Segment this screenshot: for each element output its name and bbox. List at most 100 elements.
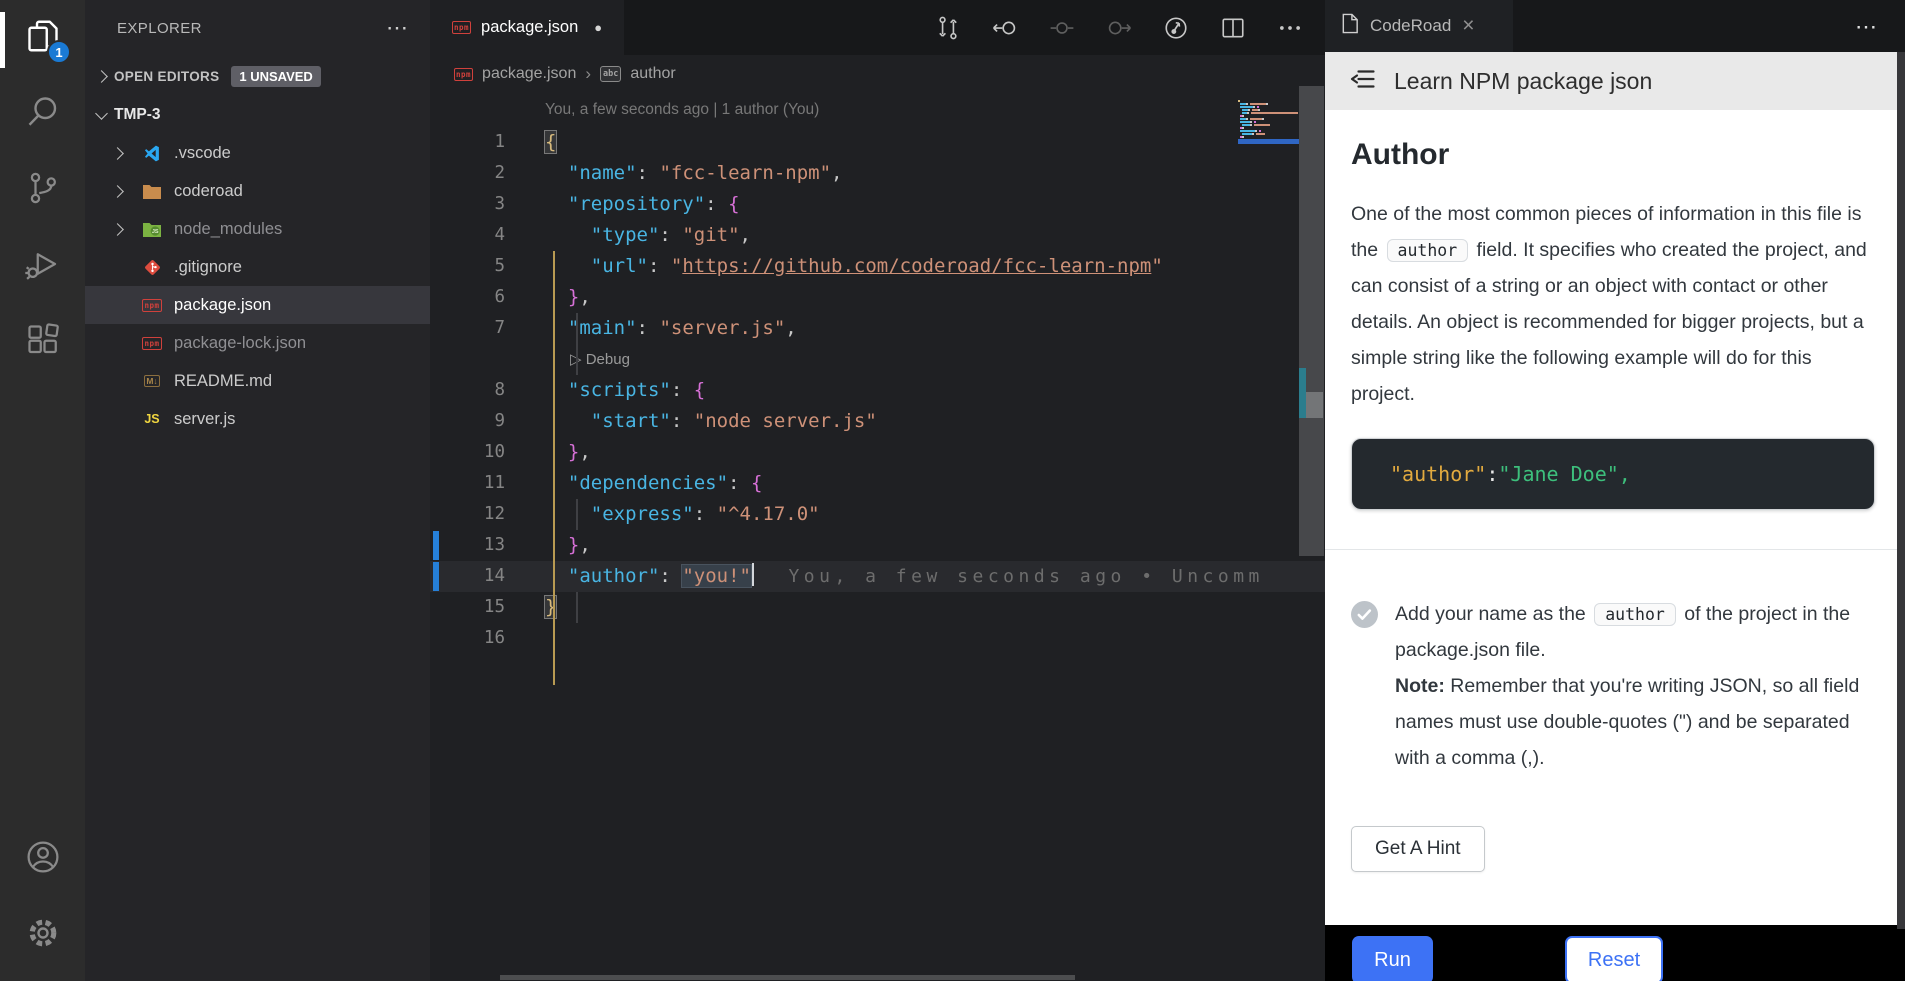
line-number: 6	[430, 282, 505, 313]
file-tree-item-README.md[interactable]: M↓README.md	[85, 362, 430, 400]
string-symbol-icon: abc	[600, 66, 621, 82]
account-icon	[25, 839, 61, 880]
line-number: 9	[430, 406, 505, 437]
chevron-right-icon	[95, 70, 108, 83]
run-button[interactable]: Run	[1352, 936, 1433, 981]
code-line-10[interactable]: 10 },	[430, 437, 1325, 468]
split-editor-icon[interactable]	[1220, 15, 1246, 41]
go-forward-icon[interactable]	[1106, 15, 1132, 41]
example-code-block: "author": "Jane Doe",	[1351, 438, 1875, 510]
file-tree-item-package.json[interactable]: npmpackage.json	[85, 286, 430, 324]
breadcrumb-symbol[interactable]: author	[630, 65, 675, 83]
tab-coderoad[interactable]: CodeRoad ×	[1325, 0, 1513, 52]
get-a-hint-button[interactable]: Get A Hint	[1351, 826, 1485, 872]
activity-source-control[interactable]	[0, 152, 85, 228]
file-tree: .vscodecoderoadJSnode_modules.gitignoren…	[85, 134, 430, 438]
code-line-8[interactable]: 8 "scripts": {	[430, 375, 1325, 406]
code-line-4[interactable]: 4 "type": "git",	[430, 220, 1325, 251]
code-line-5[interactable]: 5 "url": "https://github.com/coderoad/fc…	[430, 251, 1325, 282]
breadcrumb-file[interactable]: package.json	[482, 65, 576, 83]
source-control-icon	[25, 170, 61, 211]
code-editor[interactable]: You, a few seconds ago | 1 author (You) …	[430, 93, 1325, 981]
tutorial-title: Learn NPM package json	[1394, 68, 1652, 95]
activity-account[interactable]	[0, 821, 85, 897]
code-line-9[interactable]: 9 "start": "node server.js"	[430, 406, 1325, 437]
gitlens-inline-blame: You, a few seconds ago • Uncomm	[788, 566, 1263, 587]
text-cursor	[752, 563, 755, 586]
coderoad-tab-label: CodeRoad	[1370, 16, 1451, 36]
code-line-12[interactable]: 12 "express": "^4.17.0"	[430, 499, 1325, 530]
node-file-icon: JS	[139, 222, 165, 237]
workspace-root-folder[interactable]: TMP-3	[85, 96, 430, 134]
code-line-1[interactable]: 1{	[430, 127, 1325, 158]
file-tree-item-node_modules[interactable]: JSnode_modules	[85, 210, 430, 248]
run-tutorial-icon[interactable]	[1163, 15, 1189, 41]
panel-more-icon[interactable]: ⋯	[1855, 14, 1879, 40]
panel-scrollbar[interactable]	[1897, 52, 1905, 929]
lesson-heading: Author	[1351, 138, 1875, 172]
breadcrumb: npm package.json › abc author	[430, 55, 1325, 93]
chevron-down-icon	[95, 107, 108, 120]
activity-explorer[interactable]: 1	[0, 0, 85, 76]
svg-text:JS: JS	[152, 229, 159, 235]
line-number: 2	[430, 158, 505, 189]
code-line-16[interactable]: 16	[430, 623, 1325, 654]
js-file-icon: JS	[139, 412, 165, 426]
tab-package-json[interactable]: npm package.json ●	[430, 0, 624, 55]
line-number: 7	[430, 313, 505, 344]
line-number: 4	[430, 220, 505, 251]
line-number: 10	[430, 437, 505, 468]
code-line-11[interactable]: 11 "dependencies": {	[430, 468, 1325, 499]
explorer-sidebar: EXPLORER ⋯ OPEN EDITORS 1 UNSAVED TMP-3 …	[85, 0, 430, 981]
reset-button[interactable]: Reset	[1565, 936, 1663, 981]
tutorial-header: Learn NPM package json	[1325, 52, 1905, 110]
code-line-15[interactable]: 15}	[430, 592, 1325, 623]
activity-run-debug[interactable]	[0, 228, 85, 304]
open-editors-section[interactable]: OPEN EDITORS 1 UNSAVED	[85, 56, 430, 96]
codelens-debug[interactable]: ▷ Debug	[430, 344, 1325, 375]
workspace-root-label: TMP-3	[114, 106, 161, 124]
run-debug-icon	[25, 246, 61, 287]
editor-more-actions-icon[interactable]	[1277, 15, 1303, 41]
explorer-title: EXPLORER	[117, 20, 202, 37]
modified-gutter-marker	[433, 562, 439, 591]
file-tree-item-server.js[interactable]: JSserver.js	[85, 400, 430, 438]
current-position-icon[interactable]	[1049, 15, 1075, 41]
file-name: package.json	[174, 296, 271, 315]
activity-extensions[interactable]	[0, 304, 85, 380]
code-line-6[interactable]: 6 },	[430, 282, 1325, 313]
gitlens-file-blame[interactable]: You, a few seconds ago | 1 author (You)	[430, 93, 1325, 127]
activity-search[interactable]	[0, 76, 85, 152]
file-tree-item-package-lock.json[interactable]: npmpackage-lock.json	[85, 324, 430, 362]
horizontal-scrollbar[interactable]	[500, 975, 1075, 980]
compare-changes-icon[interactable]	[935, 15, 961, 41]
close-icon[interactable]: ×	[1462, 14, 1474, 38]
task-item: Add your name as the author of the proje…	[1351, 596, 1875, 776]
line-number: 1	[430, 127, 505, 158]
collapse-menu-icon[interactable]	[1349, 67, 1376, 96]
line-number: 14	[430, 561, 505, 592]
file-tree-item-coderoad[interactable]: coderoad	[85, 172, 430, 210]
code-line-2[interactable]: 2 "name": "fcc-learn-npm",	[430, 158, 1325, 189]
go-back-icon[interactable]	[992, 15, 1018, 41]
bracket-guide	[553, 251, 555, 685]
code-line-14[interactable]: 14 "author": "you!"You, a few seconds ag…	[430, 561, 1325, 592]
activity-bar: 1	[0, 0, 85, 981]
lesson-paragraph: One of the most common pieces of informa…	[1351, 196, 1875, 412]
line-number: 11	[430, 468, 505, 499]
file-tree-item-.vscode[interactable]: .vscode	[85, 134, 430, 172]
code-line-13[interactable]: 13 },	[430, 530, 1325, 561]
explorer-more-icon[interactable]: ⋯	[386, 15, 410, 41]
gear-icon	[25, 915, 61, 956]
overview-cursor-marker	[1306, 392, 1323, 418]
code-line-3[interactable]: 3 "repository": {	[430, 189, 1325, 220]
file-tree-item-.gitignore[interactable]: .gitignore	[85, 248, 430, 286]
tutorial-content: Author One of the most common pieces of …	[1325, 110, 1905, 925]
file-name: coderoad	[174, 182, 243, 201]
overview-modified-marker	[1299, 368, 1306, 418]
code-line-7[interactable]: 7 "main": "server.js",	[430, 313, 1325, 344]
activity-settings[interactable]	[0, 897, 85, 973]
modified-dot-icon[interactable]: ●	[594, 20, 602, 35]
vertical-scrollbar[interactable]	[1299, 86, 1324, 556]
editor-tab-bar: npm package.json ●	[430, 0, 1325, 55]
